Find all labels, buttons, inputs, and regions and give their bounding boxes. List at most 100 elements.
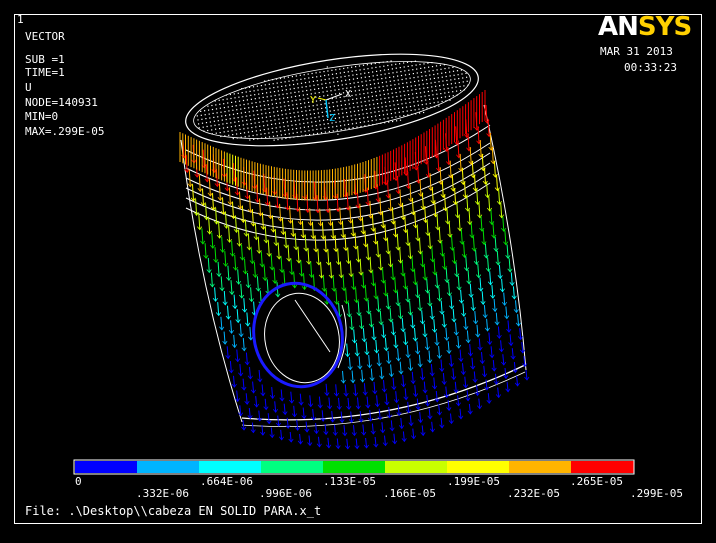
displacement-vector xyxy=(409,301,412,315)
crown-vector xyxy=(371,95,373,97)
displacement-vector xyxy=(411,314,414,328)
crown-vector xyxy=(398,83,400,85)
crown-vector xyxy=(352,127,354,129)
crown-vector xyxy=(420,96,422,98)
crown-vector xyxy=(300,103,302,105)
crown-vector xyxy=(240,136,242,138)
displacement-vector xyxy=(242,378,245,391)
crown-vector xyxy=(420,71,422,73)
crown-vector xyxy=(295,99,297,101)
displacement-vector xyxy=(491,285,494,299)
crown-vector xyxy=(424,67,426,69)
displacement-vector xyxy=(284,231,287,248)
crown-vector xyxy=(375,95,377,97)
crown-vector xyxy=(340,76,342,78)
crown-vector xyxy=(358,89,360,91)
crown-vector xyxy=(297,83,299,85)
crown-vector xyxy=(215,132,217,134)
crown-vector xyxy=(332,126,334,128)
crown-vector xyxy=(302,94,304,96)
crown-vector xyxy=(253,90,255,92)
displacement-vector xyxy=(466,330,469,343)
crown-vector xyxy=(398,111,400,113)
crown-vector xyxy=(332,105,335,108)
crown-vector xyxy=(313,133,315,135)
crown-vector xyxy=(227,106,229,108)
crown-vector xyxy=(449,75,451,77)
crown-vector xyxy=(230,126,232,128)
crown-vector xyxy=(324,103,326,105)
displacement-vector xyxy=(396,233,399,250)
crown-vector xyxy=(278,118,280,120)
displacement-vector xyxy=(229,361,232,373)
crown-vector xyxy=(347,71,349,73)
displacement-vector xyxy=(498,188,501,205)
displacement-vector xyxy=(290,391,293,404)
crown-vector xyxy=(335,97,337,99)
crown-vector xyxy=(456,94,458,96)
crown-vector xyxy=(278,122,281,124)
displacement-vector xyxy=(423,381,426,393)
crown-vector xyxy=(390,84,392,86)
crown-vector xyxy=(351,123,354,125)
crown-vector xyxy=(376,74,378,76)
crown-vector xyxy=(355,66,357,68)
crown-vector xyxy=(246,123,248,125)
displacement-vector xyxy=(426,337,429,350)
crown-vector xyxy=(212,112,214,114)
displacement-vector xyxy=(344,178,347,198)
crown-vector xyxy=(413,101,415,103)
crown-vector xyxy=(232,138,234,140)
crown-vector xyxy=(215,108,218,110)
crown-vector xyxy=(363,121,365,123)
crown-vector xyxy=(294,120,296,122)
crown-vector xyxy=(241,88,243,90)
crown-vector xyxy=(444,96,446,98)
crown-vector xyxy=(253,114,255,116)
crown-vector xyxy=(355,94,357,96)
crown-vector xyxy=(206,125,208,128)
crown-vector xyxy=(317,108,319,110)
crown-vector xyxy=(360,97,362,99)
crown-vector xyxy=(235,129,237,131)
crown-vector xyxy=(427,90,429,93)
crown-vector xyxy=(351,94,353,97)
crown-vector xyxy=(201,118,203,120)
crown-vector xyxy=(364,76,366,78)
displacement-vector xyxy=(426,278,429,293)
crown-vector xyxy=(365,108,367,110)
crown-vector xyxy=(262,121,264,123)
displacement-vector xyxy=(507,320,510,333)
crown-vector xyxy=(256,85,258,87)
crown-vector xyxy=(295,75,297,77)
crown-vector xyxy=(226,98,228,100)
crown-vector xyxy=(354,114,356,116)
crown-vector xyxy=(431,62,433,64)
crown-vector xyxy=(264,80,266,82)
crown-vector xyxy=(312,76,314,78)
displacement-vector xyxy=(510,272,513,286)
crown-vector xyxy=(289,112,291,114)
displacement-vector xyxy=(327,249,330,266)
crown-vector xyxy=(273,91,276,93)
crown-vector xyxy=(277,90,279,92)
crown-vector xyxy=(338,88,340,91)
crown-vector xyxy=(415,88,417,90)
crown-vector xyxy=(344,124,346,126)
displacement-vector xyxy=(238,230,240,247)
displacement-vector xyxy=(207,257,210,273)
pin-hole-edge xyxy=(294,299,331,353)
displacement-vector xyxy=(357,245,360,262)
displacement-vector xyxy=(467,270,470,284)
crown-vector xyxy=(316,80,318,82)
crown-vector xyxy=(269,115,271,118)
crown-vector xyxy=(286,93,288,95)
crown-vector xyxy=(275,98,277,101)
crown-vector xyxy=(238,100,241,102)
crown-vector xyxy=(375,91,377,93)
crown-vector xyxy=(432,69,434,72)
crown-vector xyxy=(418,108,420,110)
crown-vector xyxy=(414,60,416,62)
crown-vector xyxy=(305,114,308,116)
crown-vector xyxy=(285,85,287,87)
